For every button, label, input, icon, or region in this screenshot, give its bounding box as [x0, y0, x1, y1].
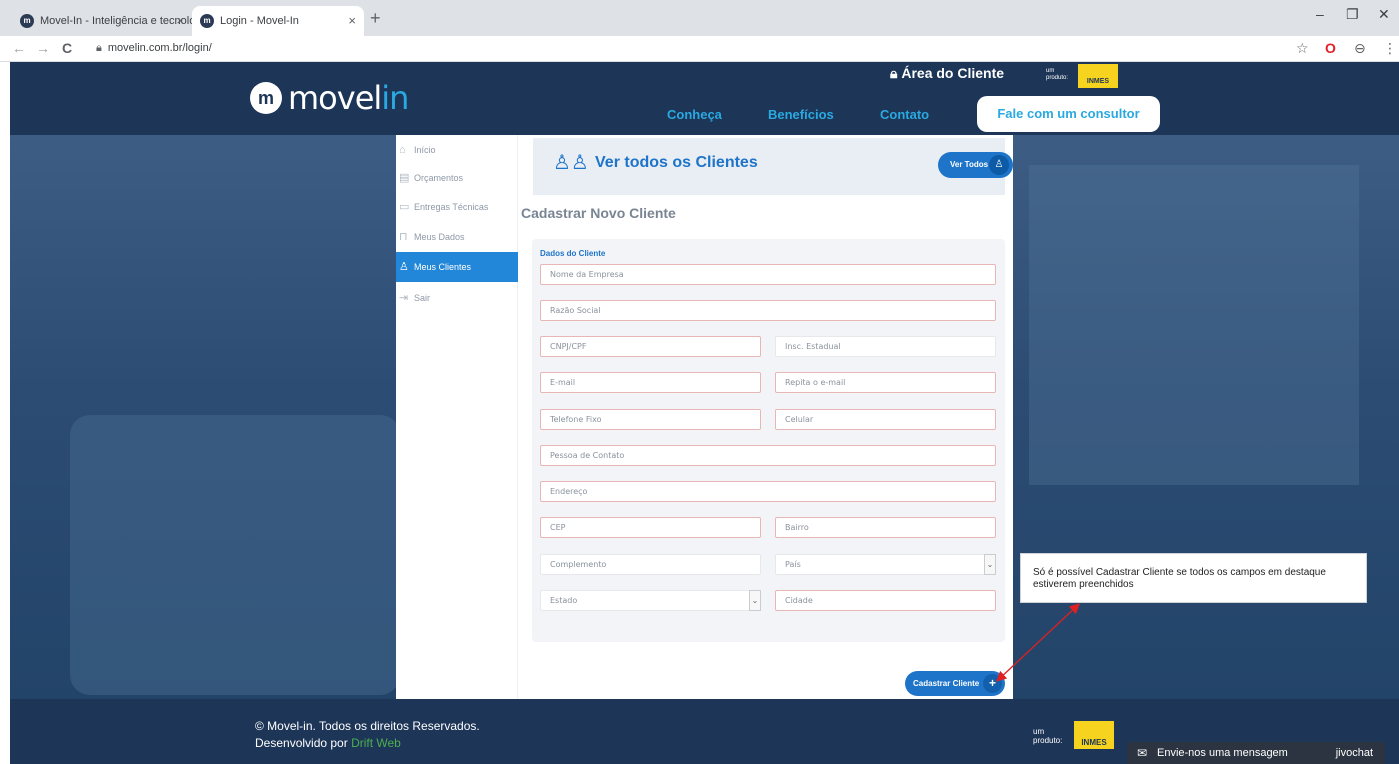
reload-icon[interactable]: C [62, 40, 72, 56]
fale-consultor-button[interactable]: Fale com um consultor [977, 96, 1160, 132]
sidebar-item-meus-clientes[interactable]: ♙ Meus Clientes [396, 252, 518, 282]
favicon-icon: m [200, 14, 214, 28]
logo-mark-icon: m [250, 82, 282, 114]
url-text: movelin.com.br/login/ [107, 42, 212, 54]
celular-field[interactable]: Celular [775, 409, 996, 430]
sidebar-item-sair[interactable]: ⇥ Sair [396, 283, 518, 313]
chat-label: Envie-nos uma mensagem [1157, 747, 1288, 759]
sidebar-item-inicio[interactable]: ⌂ Início [396, 135, 518, 165]
sidebar: ⌂ Início ▤ Orçamentos ▭ Entregas Técnica… [396, 135, 518, 699]
sidebar-item-entregas[interactable]: ▭ Entregas Técnicas [396, 192, 518, 222]
empresa-field[interactable]: Nome da Empresa [540, 264, 996, 285]
envelope-icon: ✉ [1137, 746, 1148, 760]
users-icon: ♙♙ [553, 152, 589, 174]
pais-select[interactable]: País ⌄ [775, 554, 996, 575]
pessoa-contato-field[interactable]: Pessoa de Contato [540, 445, 996, 466]
ver-todos-button[interactable]: Ver Todos ♙ [938, 152, 1013, 178]
chevron-down-icon: ⌄ [984, 554, 996, 575]
bookmark-star-icon[interactable]: ☆ [1296, 40, 1309, 57]
estado-select[interactable]: Estado ⌄ [540, 590, 761, 611]
main-content: ♙♙ Ver todos os Clientes Ver Todos ♙ Cad… [518, 135, 1013, 699]
nav-beneficios[interactable]: Benefícios [768, 107, 834, 122]
lock-icon: ⊓ [399, 231, 408, 243]
nav-conheca[interactable]: Conheça [667, 107, 722, 122]
drift-web-link[interactable]: Drift Web [351, 736, 401, 750]
um-produto-label: um produto: [1046, 68, 1069, 81]
opera-extension-icon[interactable]: O [1325, 40, 1336, 56]
minimize-icon[interactable]: – [1316, 6, 1324, 22]
cnpj-field[interactable]: CNPJ/CPF [540, 336, 761, 357]
razao-social-field[interactable]: Razão Social [540, 300, 996, 321]
users-icon: ♙ [399, 261, 409, 273]
telefone-field[interactable]: Telefone Fixo [540, 409, 761, 430]
banner-title: Ver todos os Clientes [595, 154, 758, 171]
cidade-field[interactable]: Cidade [775, 590, 996, 611]
endereco-field[interactable]: Endereço [540, 481, 996, 502]
restore-icon[interactable]: ❐ [1346, 6, 1359, 23]
tab-title: Login - Movel-In [220, 15, 299, 27]
chevron-down-icon: ⌄ [749, 590, 761, 611]
nav-contato[interactable]: Contato [880, 107, 929, 122]
menu-icon[interactable]: ⋮ [1383, 40, 1397, 57]
page-title: Cadastrar Novo Cliente [521, 205, 676, 221]
complemento-field[interactable]: Complemento [540, 554, 761, 575]
developer-credit: Desenvolvido por Drift Web [255, 736, 401, 750]
cep-field[interactable]: CEP [540, 517, 761, 538]
browser-tab-inactive[interactable]: m Movel-In - Inteligência e tecnolo × [12, 6, 192, 36]
budget-icon: ▤ [399, 172, 410, 184]
favicon-icon: m [20, 14, 34, 28]
clientes-banner: ♙♙ Ver todos os Clientes Ver Todos ♙ [533, 138, 1013, 195]
sidebar-item-orcamentos[interactable]: ▤ Orçamentos [396, 163, 518, 193]
forward-icon[interactable]: → [36, 40, 50, 56]
inmes-logo[interactable]: INMES [1074, 721, 1114, 749]
lock-icon: 🔒︎ [96, 42, 102, 54]
delivery-icon: ▭ [399, 201, 410, 213]
area-cliente-link[interactable]: 🔒︎ Área do Cliente [890, 65, 1004, 82]
insc-estadual-field[interactable]: Insc. Estadual [775, 336, 996, 357]
home-icon: ⌂ [399, 144, 406, 156]
inmes-logo[interactable]: INMES [1078, 64, 1118, 88]
validation-tooltip: Só é possível Cadastrar Cliente se todos… [1020, 553, 1367, 603]
page-left-edge [0, 62, 10, 764]
close-window-icon[interactable]: ✕ [1378, 6, 1390, 23]
jivochat-brand: jivochat [1335, 747, 1373, 759]
tab-close-icon[interactable]: × [176, 6, 184, 36]
users-icon: ♙ [989, 155, 1009, 175]
sidebar-item-meus-dados[interactable]: ⊓ Meus Dados [396, 222, 518, 252]
jivochat-widget[interactable]: ✉ Envie-nos uma mensagem jivochat [1127, 742, 1385, 764]
browser-tab-active[interactable]: m Login - Movel-In × [192, 6, 364, 36]
new-tab-button[interactable]: + [370, 8, 381, 29]
url-field[interactable]: 🔒︎ movelin.com.br/login/ [96, 42, 212, 55]
plus-icon: + [983, 674, 1002, 693]
movelin-logo[interactable]: m movelin [250, 78, 409, 118]
um-produto-label: um produto: [1033, 727, 1063, 745]
copyright-text: © Movel-in. Todos os direitos Reservados… [255, 719, 480, 733]
logout-icon: ⇥ [399, 292, 409, 304]
cliente-form: Dados do Cliente Nome da Empresa Razão S… [532, 239, 1005, 642]
cadastrar-cliente-button[interactable]: Cadastrar Cliente + [905, 671, 1005, 696]
padlock-icon: 🔒︎ [890, 65, 898, 81]
form-legend: Dados do Cliente [540, 249, 606, 258]
address-bar: ← → C 🔒︎ movelin.com.br/login/ ☆ O ⊖ ⋮ [0, 36, 1399, 62]
back-icon[interactable]: ← [12, 40, 26, 56]
tab-title: Movel-In - Inteligência e tecnolo [40, 15, 192, 27]
site-header: m movelin 🔒︎ Área do Cliente um produto:… [10, 62, 1399, 135]
tab-close-icon[interactable]: × [348, 6, 356, 36]
browser-tabbar: m Movel-In - Inteligência e tecnolo × m … [0, 0, 1399, 36]
email-field[interactable]: E-mail [540, 372, 761, 393]
logo-text: movelin [288, 79, 409, 117]
email-confirm-field[interactable]: Repita o e-mail [775, 372, 996, 393]
profile-icon[interactable]: ⊖ [1354, 40, 1366, 57]
bairro-field[interactable]: Bairro [775, 517, 996, 538]
